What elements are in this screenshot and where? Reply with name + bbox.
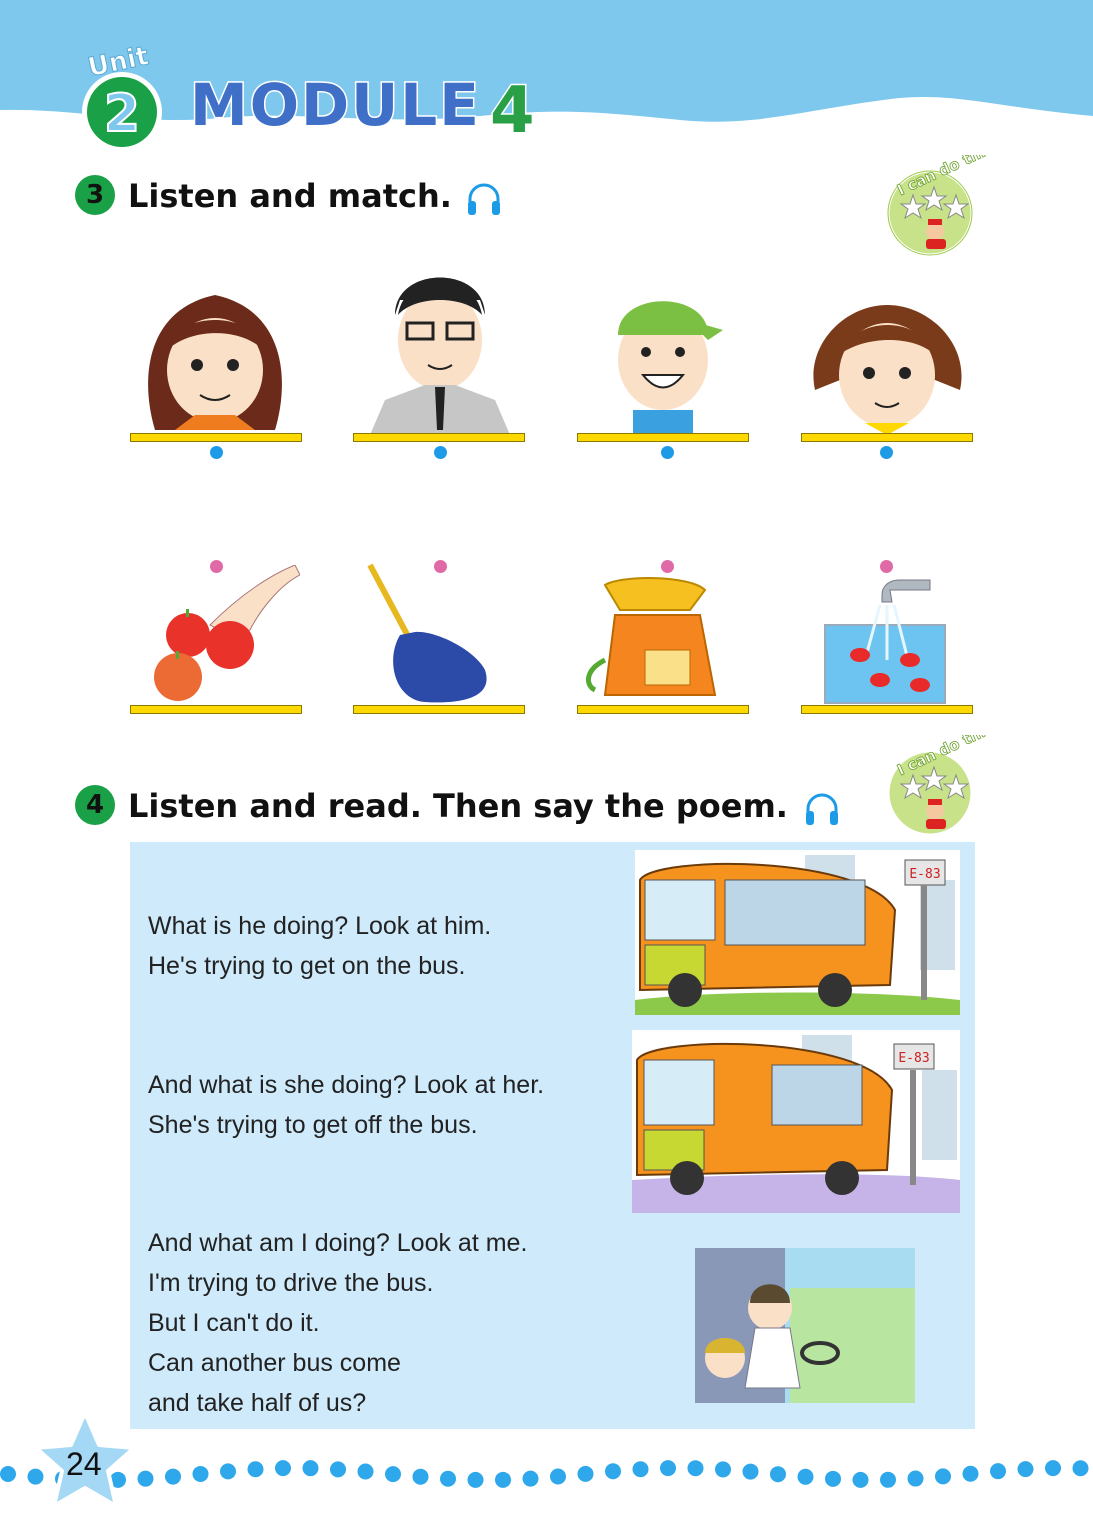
answer-line bbox=[130, 705, 302, 714]
washing-apples-image bbox=[824, 579, 946, 704]
answer-line bbox=[801, 705, 973, 714]
footer-dot bbox=[440, 1470, 456, 1487]
footer-dot bbox=[220, 1463, 236, 1480]
footer-dot bbox=[357, 1463, 374, 1480]
footer-dot bbox=[880, 1471, 896, 1488]
poem-stanza-1: What is he doing? Look at him. He's tryi… bbox=[148, 906, 491, 986]
poem-stanza-2: And what is she doing? Look at her. She'… bbox=[148, 1065, 544, 1145]
headphones-icon[interactable] bbox=[465, 182, 503, 216]
poem-line: I'm trying to drive the bus. bbox=[148, 1269, 434, 1297]
footer-dot bbox=[495, 1471, 511, 1488]
footer-dots bbox=[0, 1460, 1089, 1488]
match-dot[interactable] bbox=[210, 446, 223, 459]
man-glasses-image bbox=[370, 277, 510, 435]
headphones-icon[interactable] bbox=[803, 792, 841, 826]
footer-dot bbox=[412, 1468, 429, 1485]
boy-cap-image bbox=[618, 301, 723, 435]
footer-dot bbox=[1045, 1460, 1061, 1477]
footer-dot bbox=[935, 1468, 951, 1485]
poem-line: She's trying to get off the bus. bbox=[148, 1111, 478, 1139]
footer-dot bbox=[1017, 1461, 1034, 1478]
footer-dot bbox=[550, 1468, 566, 1485]
bus-boarding-image: E-83 bbox=[635, 850, 960, 1015]
unit-number: 2 bbox=[104, 84, 140, 144]
footer-dot bbox=[0, 1466, 16, 1482]
poem-line: and take half of us? bbox=[148, 1389, 367, 1417]
match-dot[interactable] bbox=[880, 446, 893, 459]
match-dot[interactable] bbox=[661, 446, 674, 459]
footer-dot bbox=[302, 1460, 319, 1477]
unit-badge: 2 Unit bbox=[70, 40, 190, 160]
poem-line: Can another bus come bbox=[148, 1349, 401, 1377]
poem-line: But I can't do it. bbox=[148, 1309, 320, 1337]
footer-dot bbox=[1072, 1460, 1089, 1477]
footer-dot bbox=[797, 1468, 814, 1485]
poem-line: And what am I doing? Look at me. bbox=[148, 1229, 528, 1257]
footer-dot bbox=[687, 1460, 704, 1477]
answer-line bbox=[577, 433, 749, 442]
bus-getting-off-image: E-83 bbox=[632, 1030, 960, 1213]
footer-dot bbox=[715, 1461, 731, 1478]
footer-dot bbox=[330, 1461, 346, 1478]
footer-dot bbox=[247, 1461, 264, 1478]
module-title: MODULE 4 bbox=[185, 60, 555, 150]
footer-dot bbox=[192, 1465, 209, 1482]
footer-dot bbox=[852, 1471, 869, 1488]
mop-image bbox=[367, 563, 487, 703]
girl-long-hair-image bbox=[148, 295, 282, 430]
answer-line bbox=[130, 433, 302, 442]
footer-dot bbox=[605, 1463, 621, 1480]
woman-short-hair-image bbox=[813, 305, 962, 435]
bus-sign: E-83 bbox=[909, 867, 940, 882]
module-number: 4 bbox=[490, 74, 535, 148]
section4-title: Listen and read. Then say the poem. bbox=[128, 787, 788, 825]
telephone-image bbox=[586, 577, 717, 696]
footer-dot bbox=[165, 1468, 181, 1485]
page-number: 24 bbox=[66, 1446, 102, 1482]
bus-driver-image bbox=[695, 1248, 915, 1403]
footer-dot bbox=[742, 1463, 759, 1480]
i-can-do-this-badge: I can do this. bbox=[868, 716, 1002, 837]
match-dot[interactable] bbox=[661, 560, 674, 573]
footer-dot bbox=[275, 1460, 291, 1477]
footer-dot bbox=[825, 1470, 841, 1487]
footer-dot bbox=[962, 1465, 979, 1482]
bus-sign: E-83 bbox=[898, 1051, 929, 1066]
footer-dot bbox=[467, 1471, 484, 1488]
section3-title: Listen and match. bbox=[128, 177, 452, 215]
answer-line bbox=[353, 705, 525, 714]
footer-dot bbox=[632, 1461, 649, 1478]
footer-dot bbox=[577, 1465, 594, 1482]
footer-dot bbox=[907, 1470, 924, 1487]
answer-line bbox=[577, 705, 749, 714]
apples-image bbox=[154, 565, 300, 701]
footer-dot bbox=[660, 1460, 676, 1477]
match-dot[interactable] bbox=[434, 446, 447, 459]
module-word: MODULE bbox=[190, 71, 481, 139]
section4-number: 4 bbox=[75, 785, 115, 825]
poem-line: What is he doing? Look at him. bbox=[148, 912, 492, 940]
footer-dot bbox=[990, 1463, 1006, 1480]
i-can-do-this-badge: I can do this. bbox=[868, 136, 1002, 257]
footer-dot bbox=[385, 1466, 401, 1483]
unit-word: Unit bbox=[85, 41, 151, 83]
poem-stanza-3: And what am I doing? Look at me. I'm try… bbox=[148, 1223, 527, 1423]
footer-dot bbox=[770, 1466, 786, 1483]
answer-line bbox=[801, 433, 973, 442]
poem-line: He's trying to get on the bus. bbox=[148, 952, 466, 980]
section3-number: 3 bbox=[75, 175, 115, 215]
poem-line: And what is she doing? Look at her. bbox=[148, 1071, 545, 1099]
answer-line bbox=[353, 433, 525, 442]
footer-dot bbox=[522, 1470, 539, 1487]
